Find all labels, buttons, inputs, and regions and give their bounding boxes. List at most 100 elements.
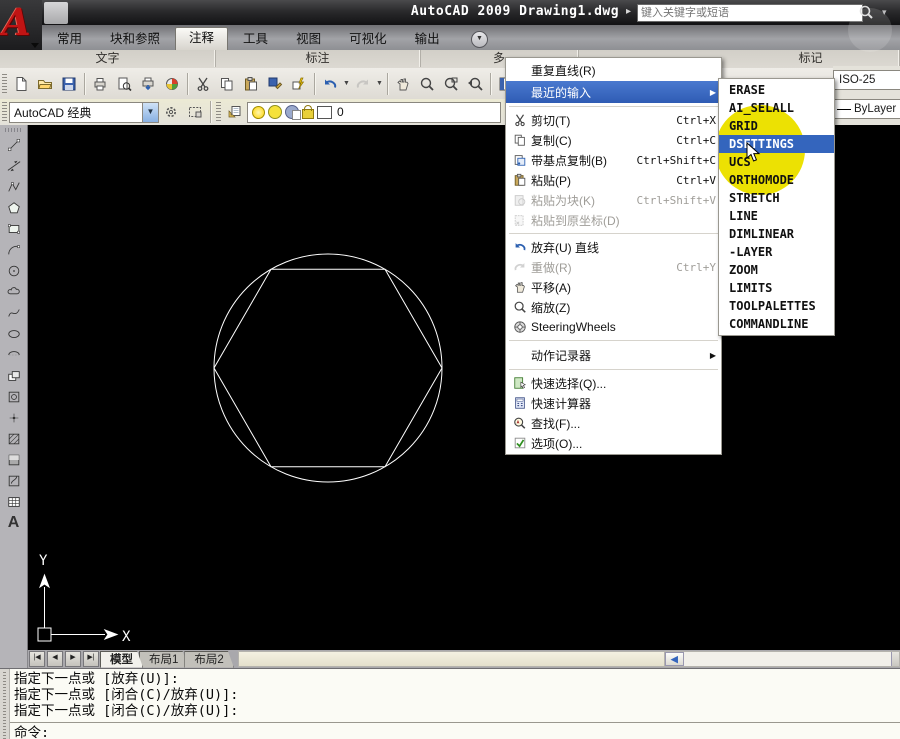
toolbar-grip[interactable] bbox=[216, 102, 221, 122]
scroll-right-button[interactable] bbox=[891, 652, 899, 666]
match-properties-button[interactable] bbox=[263, 72, 287, 96]
rectangle-tool-button[interactable] bbox=[3, 218, 25, 239]
tab-model[interactable]: 模型 bbox=[100, 651, 143, 668]
workspace-save-button[interactable] bbox=[183, 100, 207, 124]
layer-combo[interactable]: 0 bbox=[247, 102, 501, 123]
cut-button[interactable] bbox=[191, 72, 215, 96]
layer-unlock-icon[interactable] bbox=[302, 109, 314, 119]
pan-button[interactable] bbox=[391, 72, 415, 96]
redo-dropdown-icon[interactable]: ▼ bbox=[375, 72, 384, 96]
color-control-combo[interactable]: ByLayer bbox=[833, 94, 900, 124]
recent-command-item[interactable]: ZOOM bbox=[719, 261, 834, 279]
toolbar-grip[interactable] bbox=[2, 74, 7, 94]
paste-button[interactable] bbox=[239, 72, 263, 96]
last-tab-button[interactable]: ▶| bbox=[83, 651, 99, 667]
layer-color-swatch[interactable] bbox=[317, 106, 332, 119]
zoom-previous-button[interactable] bbox=[463, 72, 487, 96]
layer-properties-button[interactable] bbox=[223, 100, 247, 124]
first-tab-button[interactable]: |◀ bbox=[29, 651, 45, 667]
construction-line-tool-button[interactable] bbox=[3, 155, 25, 176]
copy-button[interactable] bbox=[215, 72, 239, 96]
ribbon-tab[interactable]: 工具 bbox=[230, 29, 281, 50]
polygon-tool-button[interactable] bbox=[3, 197, 25, 218]
new-button[interactable] bbox=[9, 72, 33, 96]
toolbar-grip[interactable] bbox=[2, 102, 7, 122]
publish-button[interactable] bbox=[160, 72, 184, 96]
recent-command-item[interactable]: -LAYER bbox=[719, 243, 834, 261]
arc-tool-button[interactable] bbox=[3, 239, 25, 260]
scroll-left-button[interactable]: ◀ bbox=[665, 652, 684, 666]
ribbon-tab[interactable]: 注释 bbox=[175, 27, 228, 50]
point-tool-button[interactable] bbox=[3, 407, 25, 428]
menu-item-pan[interactable]: 平移(A) bbox=[506, 277, 721, 297]
dim-style-combo[interactable]: ISO-25 bbox=[833, 66, 900, 95]
menu-item-paste[interactable]: 粘贴(P) Ctrl+V bbox=[506, 170, 721, 190]
ribbon-tab[interactable]: 可视化 bbox=[336, 29, 400, 50]
layer-thaw-icon[interactable] bbox=[268, 105, 282, 119]
zoom-realtime-button[interactable] bbox=[415, 72, 439, 96]
toolbar-grip[interactable] bbox=[5, 128, 23, 132]
region-tool-button[interactable] bbox=[3, 470, 25, 491]
menu-item-cut[interactable]: 剪切(T) Ctrl+X bbox=[506, 110, 721, 130]
menu-item-options[interactable]: 选项(O)... bbox=[506, 433, 721, 453]
tab-layout1[interactable]: 布局1 bbox=[139, 651, 188, 668]
recent-command-item[interactable]: ORTHOMODE bbox=[719, 171, 834, 189]
ribbon-tab[interactable]: 块和参照 bbox=[97, 29, 173, 50]
spline-tool-button[interactable] bbox=[3, 302, 25, 323]
make-block-tool-button[interactable] bbox=[3, 386, 25, 407]
command-line-window[interactable]: 指定下一点或 [放弃(U)]:指定下一点或 [闭合(C)/放弃(U)]:指定下一… bbox=[0, 668, 900, 739]
menu-item-copy[interactable]: 复制(C) Ctrl+C bbox=[506, 130, 721, 150]
command-prompt[interactable]: 命令: bbox=[14, 725, 900, 739]
menu-item-quickcalc[interactable]: 快速计算器 bbox=[506, 393, 721, 413]
recent-command-item[interactable]: DIMLINEAR bbox=[719, 225, 834, 243]
recent-command-item[interactable]: LINE bbox=[719, 207, 834, 225]
layer-on-icon[interactable] bbox=[252, 106, 265, 119]
ribbon-tab[interactable]: 输出 bbox=[402, 29, 453, 50]
line-tool-button[interactable] bbox=[3, 134, 25, 155]
recent-command-item[interactable]: AI_SELALL bbox=[719, 99, 834, 117]
ribbon-tab[interactable]: 视图 bbox=[283, 29, 334, 50]
ribbon-overflow-button[interactable]: ▼ bbox=[471, 31, 488, 48]
menu-item-find[interactable]: 查找(F)... bbox=[506, 413, 721, 433]
insert-block-tool-button[interactable] bbox=[3, 365, 25, 386]
workspace-settings-button[interactable] bbox=[159, 100, 183, 124]
prev-tab-button[interactable]: ◀ bbox=[47, 651, 63, 667]
recent-command-item[interactable]: TOOLPALETTES bbox=[719, 297, 834, 315]
menu-item-undo[interactable]: 放弃(U) 直线 bbox=[506, 237, 721, 257]
menu-item-action-recorder[interactable]: 动作记录器 ▶ bbox=[506, 344, 721, 366]
ribbon-tab[interactable]: 常用 bbox=[44, 29, 95, 50]
scrollbar-track[interactable] bbox=[684, 652, 891, 666]
undo-button[interactable] bbox=[318, 72, 342, 96]
recent-command-item[interactable]: COMMANDLINE bbox=[719, 315, 834, 333]
search-input[interactable] bbox=[637, 4, 863, 22]
block-editor-button[interactable] bbox=[287, 72, 311, 96]
scrollbar-thumb[interactable] bbox=[239, 652, 665, 666]
menu-item-repeat-line[interactable]: 重复直线(R) bbox=[506, 59, 721, 81]
print-button[interactable] bbox=[88, 72, 112, 96]
recent-command-item[interactable]: UCS bbox=[719, 153, 834, 171]
panel-markup[interactable]: 标记 bbox=[722, 50, 900, 67]
ellipse-tool-button[interactable] bbox=[3, 323, 25, 344]
zoom-window-button[interactable] bbox=[439, 72, 463, 96]
tab-layout2[interactable]: 布局2 bbox=[184, 651, 233, 668]
text-tool-button[interactable]: A bbox=[3, 512, 25, 533]
gradient-tool-button[interactable] bbox=[3, 449, 25, 470]
horizontal-scrollbar[interactable]: ◀ bbox=[238, 651, 900, 667]
menu-item-steeringwheels[interactable]: SteeringWheels bbox=[506, 317, 721, 337]
recent-command-item[interactable]: LIMITS bbox=[719, 279, 834, 297]
command-window-grip[interactable] bbox=[0, 669, 10, 739]
app-menu-button[interactable]: A bbox=[0, 0, 42, 50]
print-preview-button[interactable] bbox=[112, 72, 136, 96]
menu-item-recent-input[interactable]: 最近的输入 ▶ bbox=[506, 81, 721, 103]
table-tool-button[interactable] bbox=[3, 491, 25, 512]
menu-item-quick-select[interactable]: 快速选择(Q)... bbox=[506, 373, 721, 393]
next-tab-button[interactable]: ▶ bbox=[65, 651, 81, 667]
recent-command-item[interactable]: DSETTINGS bbox=[719, 135, 834, 153]
circle-tool-button[interactable] bbox=[3, 260, 25, 281]
open-button[interactable] bbox=[33, 72, 57, 96]
workspace-combo[interactable]: AutoCAD 经典 ▼ bbox=[9, 102, 159, 123]
menu-item-copy-with-base-point[interactable]: 带基点复制(B) Ctrl+Shift+C bbox=[506, 150, 721, 170]
layer-viewport-freeze-icon[interactable] bbox=[285, 105, 299, 119]
polyline-tool-button[interactable] bbox=[3, 176, 25, 197]
redo-button[interactable] bbox=[351, 72, 375, 96]
